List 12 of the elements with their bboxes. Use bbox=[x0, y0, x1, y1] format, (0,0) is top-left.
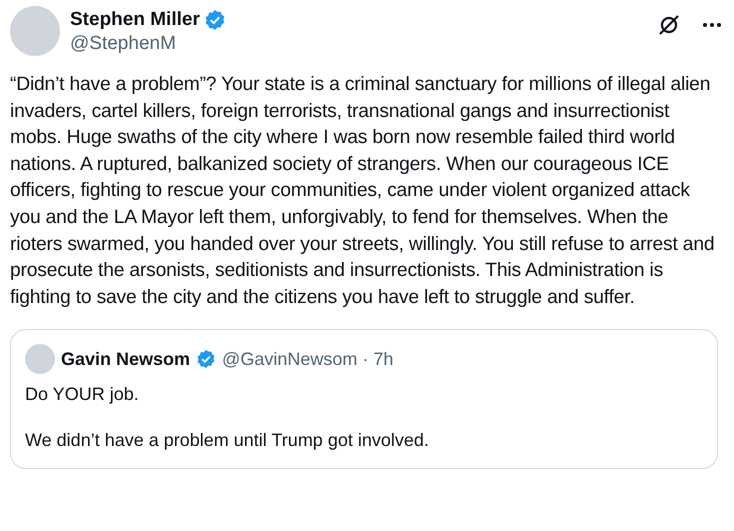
author-handle: @GavinNewsom bbox=[222, 348, 358, 370]
author-name: Gavin Newsom bbox=[61, 348, 190, 370]
quoted-post-card[interactable]: Gavin Newsom @GavinNewsom · 7h Do YOUR job. We didn’t have a problem until Trump got involved. bbox=[10, 329, 718, 470]
post-time: 7h bbox=[373, 348, 394, 370]
author-name[interactable]: Stephen Miller bbox=[70, 9, 200, 31]
quoted-post-text: We didn’t have a problem until Trump got involved. bbox=[25, 429, 430, 452]
author-handle[interactable]: @StephenM bbox=[70, 33, 648, 55]
quoted-post-text: Do YOUR job. bbox=[25, 383, 140, 406]
separator: · bbox=[362, 348, 368, 370]
post-text: “Didn’t have a problem”? Your state is a criminal sanctuary for millions of illegal alien invaders, cartel killers, foreign terrorists, transnational gangs and insurrectionist mobs. Huge swaths of the city where I was born now resemble failed third world nations. A ruptured, balkanized society of strangers. When our courageous ICE officers, fighting to rescue your communities, came under violent organized attack you and the LA Mayor left them, unforgivably, to fend for themselves. When the rioters swarmed, you handed over your streets, willingly. You still refuse to arrest and prosecute the arsonists, seditionists and insurrectionists. This Administration is fighting to save the city and the citizens you have left to struggle and suffer. bbox=[10, 73, 716, 310]
more-icon[interactable] bbox=[702, 22, 722, 28]
slashed-circle-icon[interactable] bbox=[658, 14, 680, 36]
